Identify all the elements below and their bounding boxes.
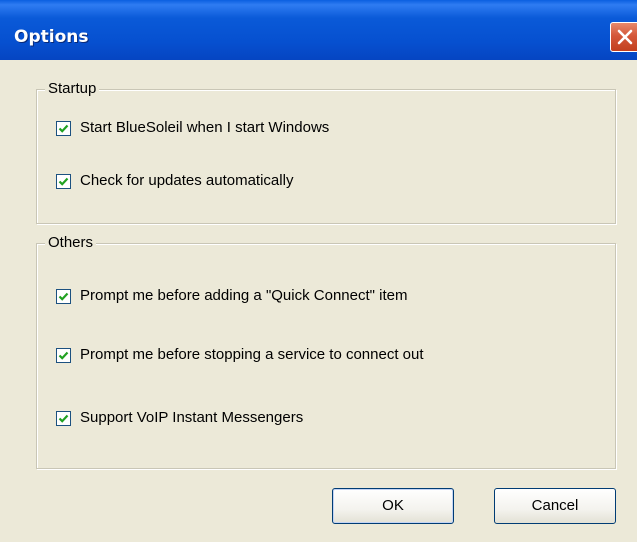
start-bluesoleil-label: Start BlueSoleil when I start Windows (80, 119, 330, 136)
startup-group-label: Startup (45, 80, 100, 98)
prompt-stopping-service-checkbox[interactable] (56, 348, 71, 363)
support-voip-label: Support VoIP Instant Messengers (80, 409, 304, 426)
prompt-quick-connect-label: Prompt me before adding a "Quick Connect… (80, 287, 408, 304)
ok-button[interactable]: OK (332, 488, 454, 524)
dialog-title: Options (14, 27, 89, 47)
prompt-stopping-service-label: Prompt me before stopping a service to c… (80, 346, 424, 363)
checkmark-icon (58, 124, 69, 133)
support-voip-checkbox[interactable] (56, 411, 71, 426)
checkmark-icon (58, 177, 69, 186)
cancel-button[interactable]: Cancel (494, 488, 616, 524)
check-updates-checkbox[interactable] (56, 174, 71, 189)
checkmark-icon (58, 351, 69, 360)
options-dialog: Options Startup Start BlueSoleil when I … (0, 0, 637, 542)
others-group-label: Others (45, 234, 97, 252)
start-bluesoleil-checkbox[interactable] (56, 121, 71, 136)
startup-group: Startup (36, 80, 616, 224)
check-updates-label: Check for updates automatically (80, 172, 294, 189)
title-bar[interactable]: Options (0, 0, 637, 60)
checkmark-icon (58, 292, 69, 301)
close-button[interactable] (610, 22, 637, 52)
checkmark-icon (58, 414, 69, 423)
prompt-quick-connect-checkbox[interactable] (56, 289, 71, 304)
